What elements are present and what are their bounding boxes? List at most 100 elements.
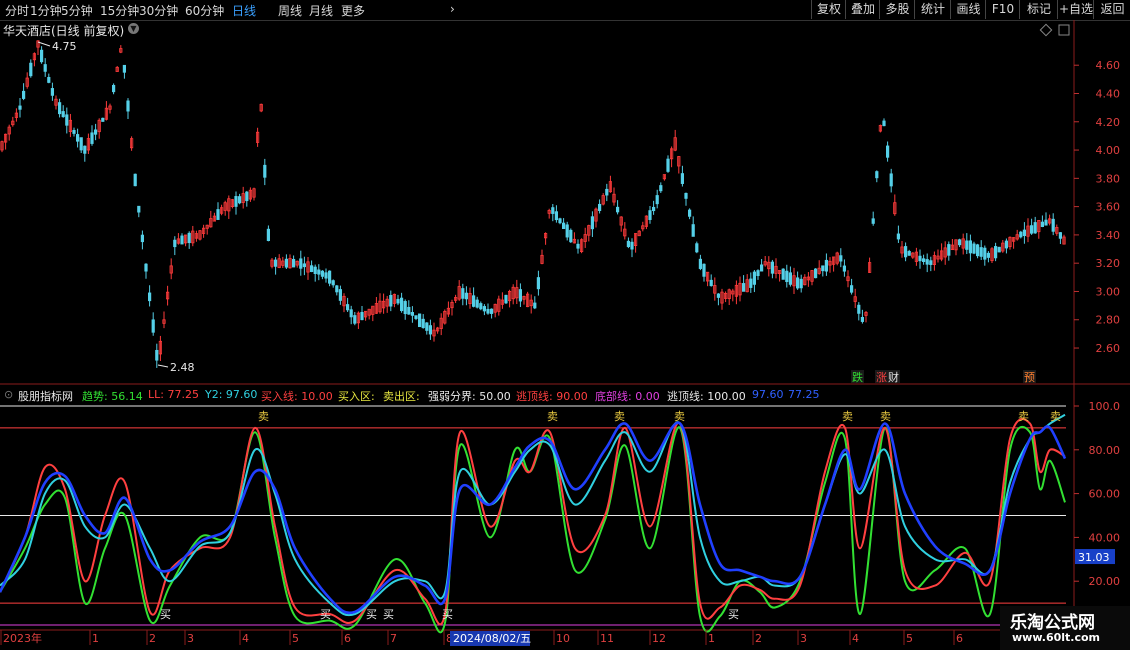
candle-body [562,222,566,230]
candle-body [659,185,663,192]
indicator-field-3: 买入线: 10.00 [261,390,333,403]
candle-body [417,313,422,328]
candle-body [871,218,875,224]
cursor-date: 2024/08/02/五 [453,632,531,645]
x-tick-label: 1 [92,632,99,645]
candle-body [489,308,494,314]
indicator-field-4: 买入区: [338,390,375,403]
candle-body [29,62,33,77]
sell-mark: 卖 [614,410,625,423]
price-tick-label: 3.20 [1096,257,1121,270]
event-tag: 跌 [852,370,863,384]
sell-mark: 卖 [547,410,558,423]
indicator-tick-label: 100.0 [1089,400,1121,413]
candle-body [824,259,829,272]
candle-body [144,263,148,272]
price-tick-label: 4.40 [1096,87,1121,100]
candle-body [839,255,843,262]
indicator-tick-label: 40.00 [1089,531,1121,544]
candle-body [968,240,973,254]
indicator-series-1 [0,418,1066,626]
candle-body [90,132,94,144]
candle-body [680,173,685,184]
candle-body [979,247,983,257]
x-tick-label: 7 [390,632,397,645]
candle-body [882,120,886,127]
candle-body [842,265,847,272]
indicator-field-0: 趋势: 56.14 [82,390,143,403]
candle-body [554,211,559,221]
candle-body [65,114,69,126]
low-price-arrow [157,364,169,368]
candle-body [83,145,87,154]
candle-body [50,88,55,96]
candle-body [58,102,62,115]
indicator-tick-label: 60.00 [1089,488,1121,501]
candle-body [407,306,411,315]
candle-body [781,268,785,280]
candle-body [21,90,26,99]
indicator-field-11: 77.25 [788,388,820,401]
candle-body [317,269,321,275]
candle-body [691,224,695,237]
candle-body [770,261,775,274]
candle-body [479,303,483,310]
maximize-icon [1058,24,1070,36]
indicator-field-6: 强弱分界: 50.00 [428,390,511,403]
indicator-field-9: 逃顶线: 100.00 [667,390,746,403]
candle-body [569,229,573,243]
indicator-field-5: 卖出区: [383,390,420,403]
low-price-label: 2.48 [170,361,195,374]
candle-body [518,289,523,302]
candle-body [749,278,753,288]
indicator-menu-icon[interactable]: ⊙ [4,388,13,401]
candle-body [237,196,242,204]
candle-body [889,173,893,187]
sell-mark: 卖 [674,410,685,423]
candle-body [173,239,177,248]
candle-body [695,243,699,253]
candle-body [907,251,911,256]
candle-body [302,263,307,268]
candle-body [266,228,271,241]
candle-body [997,246,1001,253]
indicator-field-1: LL: 77.25 [148,388,199,401]
high-price-arrow [37,41,51,47]
x-tick-label: 6 [956,632,963,645]
candle-body [652,206,656,212]
candle-body [349,309,353,318]
candle-body [1051,218,1055,232]
candle-body [648,210,652,220]
x-tick-label: 1 [708,632,715,645]
candle-body [331,280,335,286]
candle-body [551,207,555,214]
x-tick-label: 5 [906,632,913,645]
candle-body [860,316,865,322]
candle-body [1030,225,1034,234]
candle-body [428,325,433,335]
candle-body [1044,219,1048,226]
buy-mark: 买 [383,608,394,621]
candle-body [972,243,976,254]
candle-body [234,196,238,207]
candle-body [396,298,400,304]
candle-body [756,270,760,276]
candle-body [565,224,569,238]
candle-body [133,173,137,187]
candle-body [1022,229,1027,237]
candle-body [360,311,364,321]
watermark: 乐淘公式网 www.60lt.com [1000,606,1130,650]
candle-body [112,84,116,93]
buy-mark: 买 [366,608,377,621]
buy-mark: 买 [728,608,739,621]
candle-body [688,209,692,217]
candle-body [1040,221,1044,228]
candle-body [147,292,152,302]
price-tick-label: 2.60 [1096,342,1121,355]
candle-body [785,270,789,283]
candle-body [40,49,44,63]
candle-body [410,312,415,316]
x-tick-label: 12 [652,632,666,645]
sell-mark: 卖 [842,410,853,423]
candle-body [79,137,83,151]
